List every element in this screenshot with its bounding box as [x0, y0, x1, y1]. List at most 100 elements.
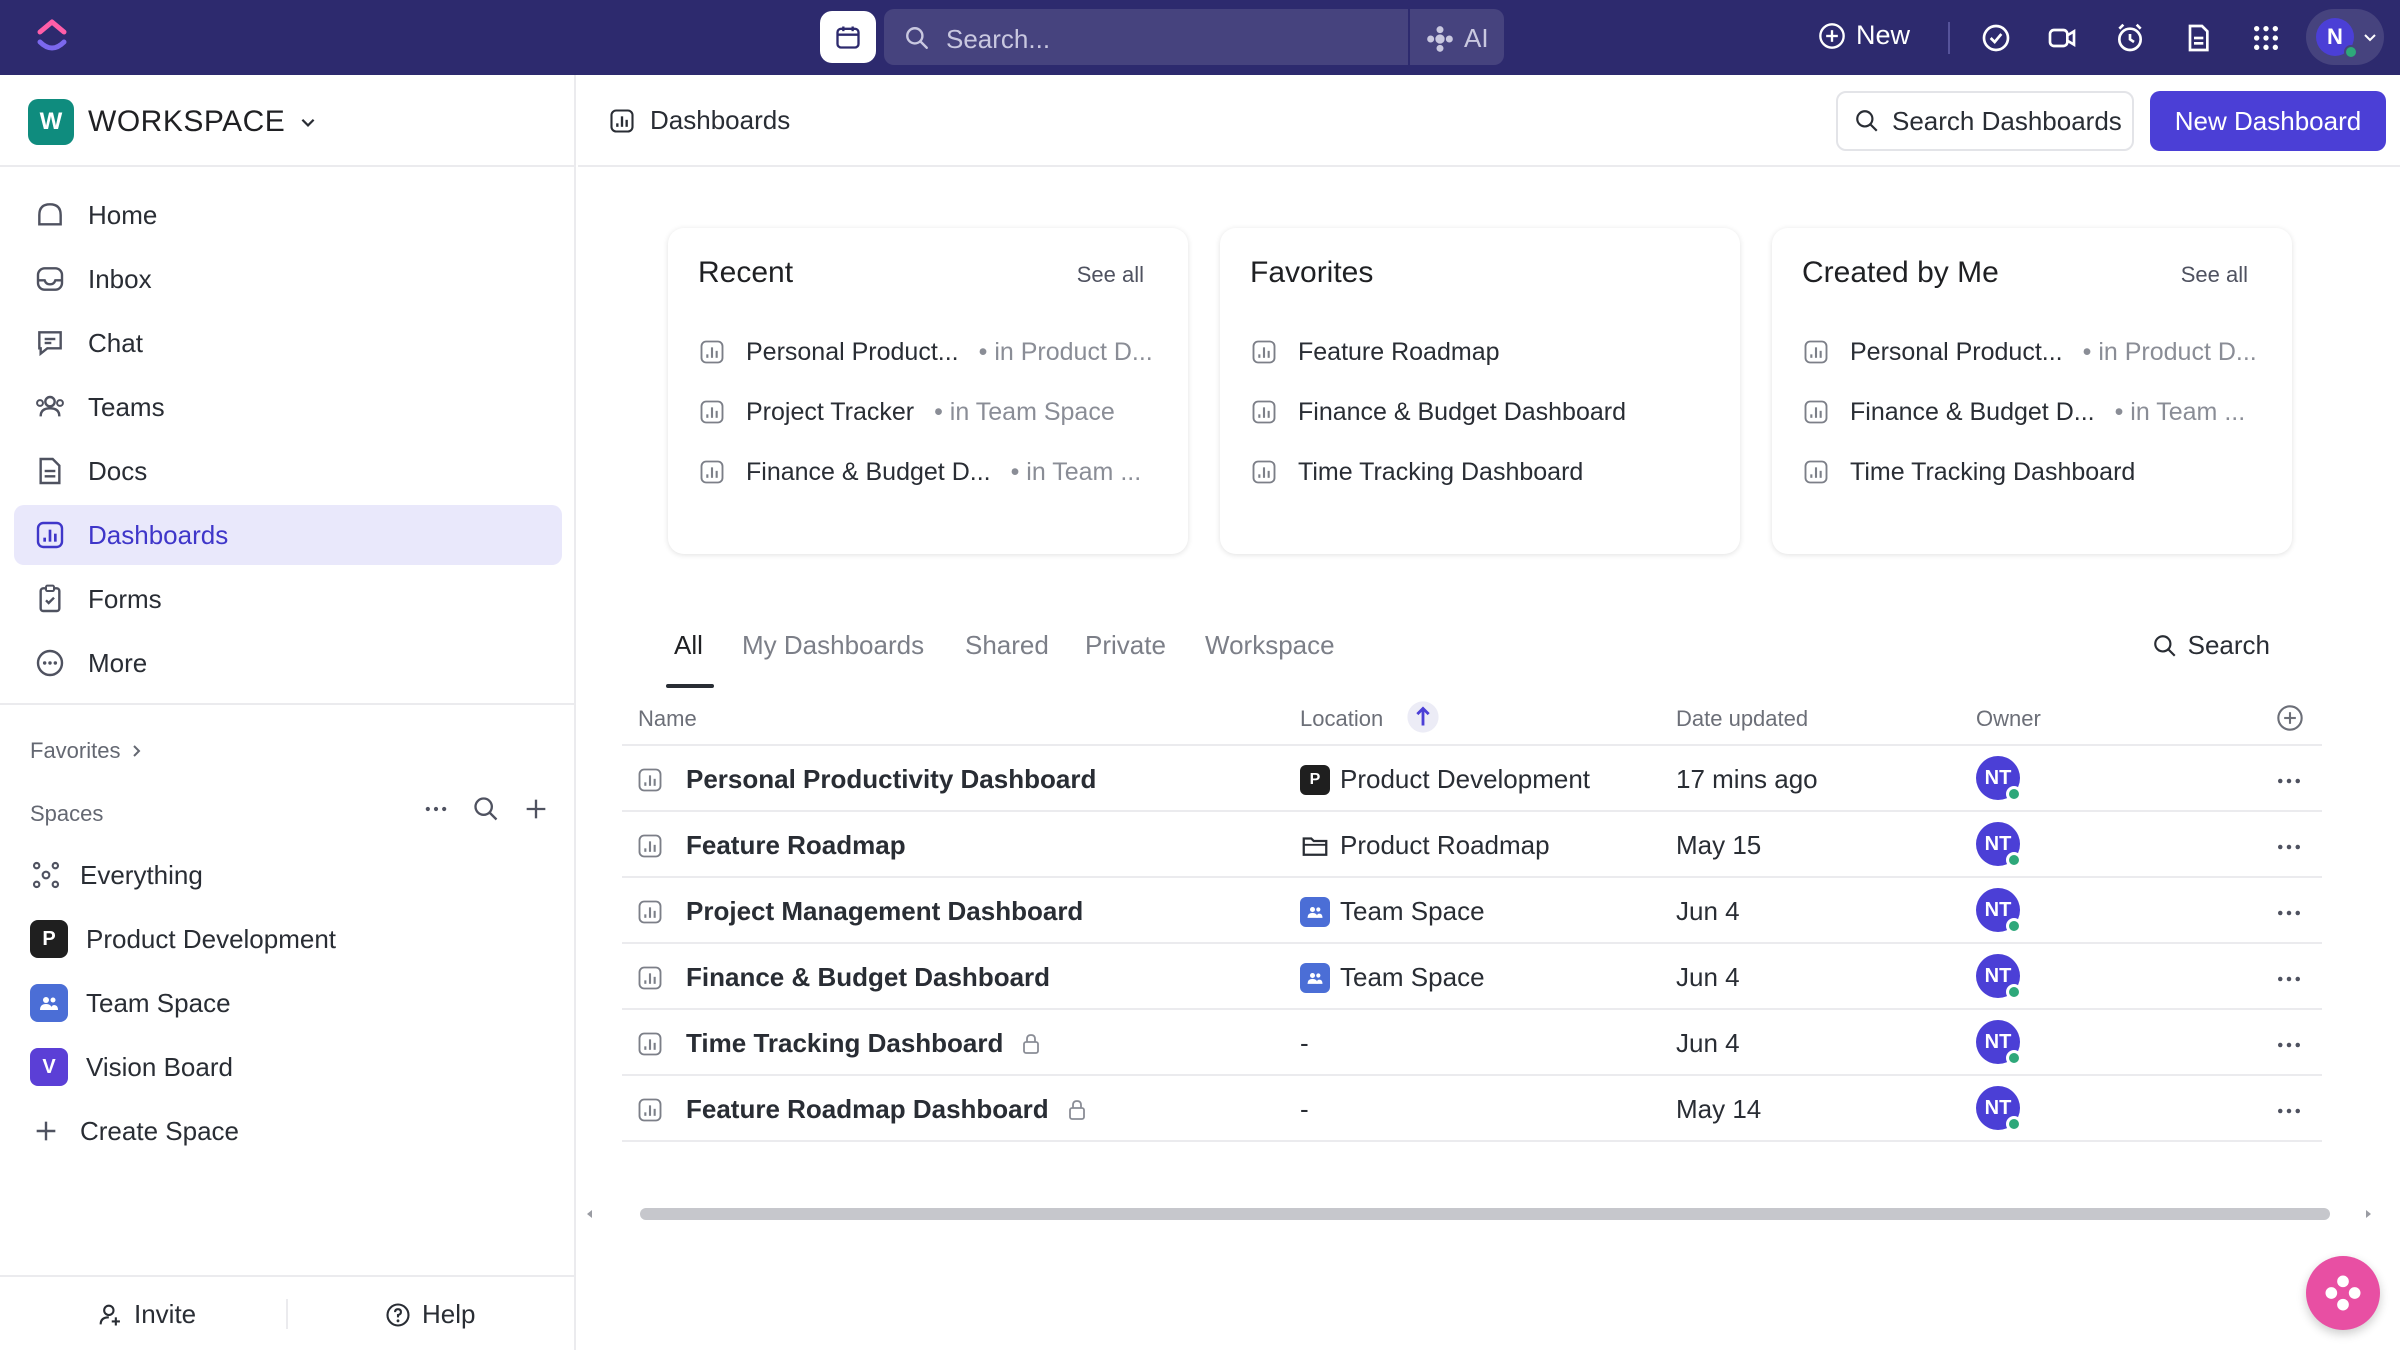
item-name: Finance & Budget D... — [746, 457, 991, 486]
sidebar-item-forms[interactable]: Forms — [14, 569, 562, 629]
tab-workspace[interactable]: Workspace — [1205, 630, 1335, 661]
new-button[interactable]: New — [1818, 20, 1910, 51]
create-space-button[interactable]: Create Space — [30, 1099, 550, 1163]
dashboard-name[interactable]: Time Tracking Dashboard — [686, 1028, 1003, 1059]
dashboard-name[interactable]: Finance & Budget Dashboard — [686, 962, 1050, 993]
owner-avatar[interactable]: NT — [1976, 888, 2022, 934]
owner-avatar[interactable]: NT — [1976, 1086, 2022, 1132]
favorites-section-toggle[interactable]: Favorites — [30, 738, 144, 764]
scroll-right-icon[interactable] — [2362, 1208, 2374, 1220]
column-header-name[interactable]: Name — [638, 706, 697, 732]
ai-button[interactable]: AI — [1426, 23, 1489, 54]
horizontal-scrollbar[interactable] — [584, 1200, 2374, 1224]
owner-avatar[interactable]: NT — [1976, 822, 2022, 868]
card-item[interactable]: Project Tracker • in Team Space — [698, 382, 1168, 442]
sidebar-item-chat[interactable]: Chat — [14, 313, 562, 373]
dashboard-name[interactable]: Project Management Dashboard — [686, 896, 1083, 927]
table-row[interactable]: Personal Productivity Dashboard P Product… — [622, 746, 2322, 812]
owner-avatar[interactable]: NT — [1976, 954, 2022, 1000]
plus-icon[interactable] — [522, 795, 550, 823]
location-label[interactable]: Team Space — [1340, 962, 1485, 993]
owner-avatar[interactable]: NT — [1976, 1020, 2022, 1066]
video-record-icon[interactable] — [2046, 22, 2078, 54]
sidebar-item-home[interactable]: Home — [14, 185, 562, 245]
tab-shared[interactable]: Shared — [965, 630, 1049, 661]
scroll-left-icon[interactable] — [584, 1208, 596, 1220]
scrollbar-thumb[interactable] — [640, 1208, 2330, 1220]
table-row[interactable]: Project Management Dashboard Team Space … — [622, 878, 2322, 944]
sidebar-divider — [0, 165, 574, 167]
table-row[interactable]: Feature Roadmap Product Roadmap May 15 N… — [622, 812, 2322, 878]
notepad-icon[interactable] — [2182, 22, 2214, 54]
row-more-icon[interactable] — [2274, 964, 2304, 994]
sidebar-item-docs[interactable]: Docs — [14, 441, 562, 501]
table-row[interactable]: Feature Roadmap Dashboard - May 14 NT — [622, 1076, 2322, 1142]
card-item[interactable]: Finance & Budget D... • in Team ... — [1802, 382, 2272, 442]
row-more-icon[interactable] — [2274, 832, 2304, 862]
card-item[interactable]: Feature Roadmap — [1250, 322, 1720, 382]
breadcrumb[interactable]: Dashboards — [608, 105, 790, 136]
ellipsis-icon[interactable] — [422, 795, 450, 823]
help-button[interactable]: Help — [384, 1299, 475, 1330]
row-more-icon[interactable] — [2274, 1030, 2304, 1060]
add-column-icon[interactable] — [2276, 704, 2304, 732]
column-header-owner[interactable]: Owner — [1976, 706, 2041, 732]
tab-my-dashboards[interactable]: My Dashboards — [742, 630, 924, 661]
table-row[interactable]: Finance & Budget Dashboard Team Space Ju… — [622, 944, 2322, 1010]
dashboard-icon — [638, 768, 662, 792]
see-all-link[interactable]: See all — [2181, 262, 2248, 288]
sidebar-item-label: More — [88, 647, 148, 678]
global-search-input[interactable]: Search... AI — [884, 9, 1504, 65]
card-item[interactable]: Time Tracking Dashboard — [1250, 442, 1720, 502]
new-dashboard-button[interactable]: New Dashboard — [2150, 91, 2386, 151]
column-header-date[interactable]: Date updated — [1676, 706, 1808, 732]
date-updated: May 15 — [1676, 830, 1762, 860]
row-more-icon[interactable] — [2274, 766, 2304, 796]
calendar-button[interactable] — [820, 11, 876, 63]
apps-grid-icon[interactable] — [2250, 22, 2282, 54]
teams-icon — [36, 395, 64, 417]
lock-icon — [1068, 1099, 1085, 1120]
check-circle-icon[interactable] — [1980, 22, 2012, 54]
dashboard-name[interactable]: Personal Productivity Dashboard — [686, 764, 1096, 795]
card-item[interactable]: Personal Product... • in Product D... — [1802, 322, 2272, 382]
workspace-switcher[interactable]: W WORKSPACE — [28, 99, 317, 145]
app-logo-icon[interactable] — [32, 16, 72, 56]
card-item[interactable]: Finance & Budget D... • in Team ... — [698, 442, 1168, 502]
search-dashboards-button[interactable]: Search Dashboards — [1836, 91, 2134, 151]
sidebar-item-dashboards[interactable]: Dashboards — [14, 505, 562, 565]
tab-private[interactable]: Private — [1085, 630, 1166, 661]
location-label[interactable]: Product Roadmap — [1340, 830, 1550, 861]
row-more-icon[interactable] — [2274, 1096, 2304, 1126]
sidebar-item-label: Forms — [88, 583, 162, 614]
location-label[interactable]: Product Development — [1340, 764, 1590, 795]
space-item-product-development[interactable]: P Product Development — [30, 907, 550, 971]
table-row[interactable]: Time Tracking Dashboard - Jun 4 NT — [622, 1010, 2322, 1076]
space-item-team-space[interactable]: Team Space — [30, 971, 550, 1035]
dashboard-name[interactable]: Feature Roadmap Dashboard — [686, 1094, 1049, 1125]
see-all-link[interactable]: See all — [1077, 262, 1144, 288]
tab-all[interactable]: All — [674, 630, 703, 661]
table-search-button[interactable]: Search — [2152, 630, 2270, 661]
search-icon[interactable] — [472, 795, 500, 823]
user-menu-button[interactable]: N — [2306, 9, 2384, 65]
sidebar-item-inbox[interactable]: Inbox — [14, 249, 562, 309]
alarm-clock-icon[interactable] — [2114, 22, 2146, 54]
dashboard-name[interactable]: Feature Roadmap — [686, 830, 906, 861]
row-more-icon[interactable] — [2274, 898, 2304, 928]
sidebar-item-more[interactable]: More — [14, 633, 562, 693]
sort-ascending-icon[interactable] — [1406, 700, 1440, 734]
owner-avatar[interactable]: NT — [1976, 756, 2022, 802]
card-item[interactable]: Personal Product... • in Product D... — [698, 322, 1168, 382]
space-item-everything[interactable]: Everything — [30, 843, 550, 907]
invite-button[interactable]: Invite — [96, 1299, 196, 1330]
sidebar-item-teams[interactable]: Teams — [14, 377, 562, 437]
location-label[interactable]: Team Space — [1340, 896, 1485, 927]
card-item[interactable]: Finance & Budget Dashboard — [1250, 382, 1720, 442]
column-header-location[interactable]: Location — [1300, 706, 1383, 732]
space-item-vision-board[interactable]: V Vision Board — [30, 1035, 550, 1099]
card-item[interactable]: Time Tracking Dashboard — [1802, 442, 2272, 502]
item-name: Finance & Budget Dashboard — [1298, 397, 1626, 426]
assistant-fab-button[interactable] — [2306, 1256, 2380, 1330]
sidebar-item-label: Chat — [88, 327, 143, 358]
